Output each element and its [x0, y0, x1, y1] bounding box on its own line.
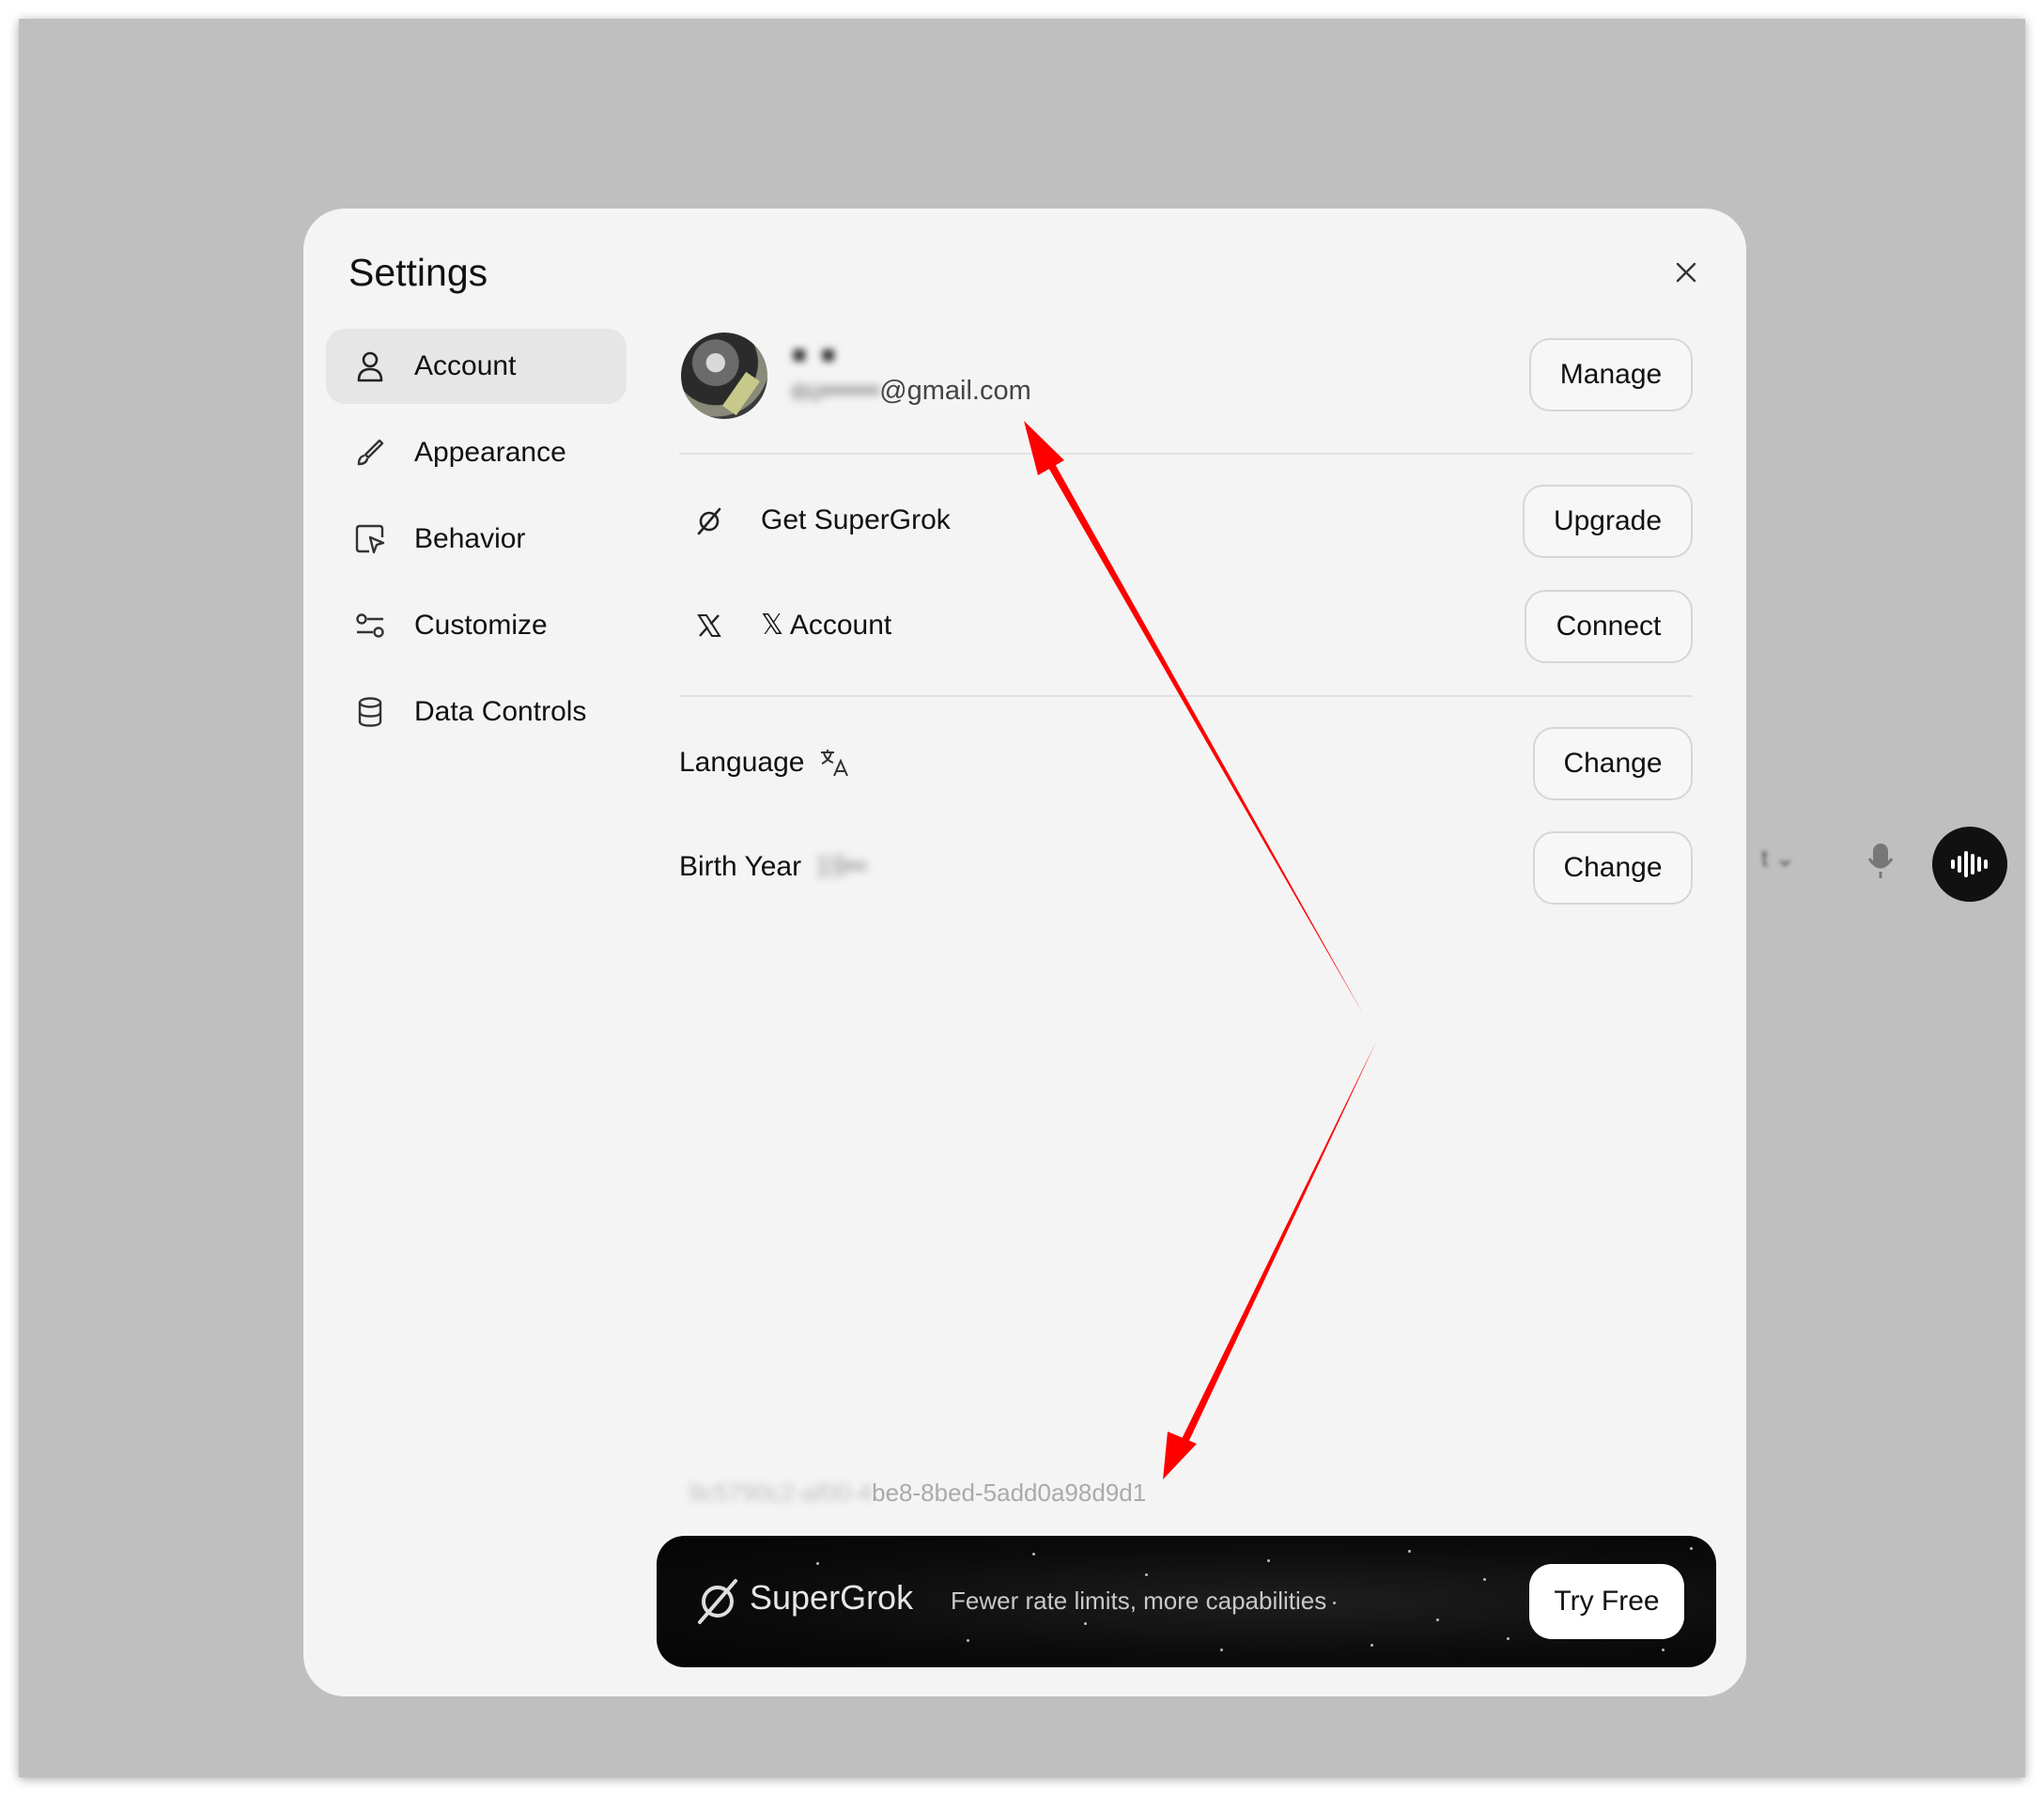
cursor-box-icon	[354, 523, 386, 555]
sidebar-item-label: Customize	[414, 610, 548, 641]
background-voice-icon	[1932, 827, 2007, 902]
brush-icon	[354, 437, 386, 469]
sidebar-item-appearance[interactable]: Appearance	[326, 415, 627, 490]
sidebar-item-label: Behavior	[414, 523, 526, 554]
change-birth-year-button[interactable]: Change	[1533, 831, 1693, 905]
user-id: 9c5790c2-af00-4be8-8bed-5add0a98d9d1	[689, 1479, 1146, 1508]
email-hidden-part: eu••••••	[792, 376, 880, 406]
get-supergrok-label: Get SuperGrok	[761, 504, 951, 535]
close-icon	[1676, 262, 1696, 283]
grok-logo-icon	[690, 503, 728, 540]
birth-year-value: 19••	[815, 851, 867, 882]
connect-button[interactable]: Connect	[1525, 590, 1693, 663]
background-composer-controls: t ⌄	[1752, 808, 2034, 921]
try-free-button[interactable]: Try Free	[1529, 1564, 1684, 1639]
avatar	[681, 333, 767, 419]
modal-title: Settings	[348, 251, 488, 294]
birth-year-label: Birth Year	[679, 851, 802, 882]
sidebar-item-label: Appearance	[414, 437, 566, 468]
settings-sidebar: Account Appearance Behavior Customize Da…	[326, 329, 627, 761]
banner-brand: SuperGrok	[750, 1578, 914, 1617]
supergrok-logo-icon	[698, 1579, 737, 1624]
supergrok-banner[interactable]: SuperGrok Fewer rate limits, more capabi…	[657, 1536, 1716, 1667]
settings-modal: Settings Account Appearance Behavior Cus…	[303, 209, 1746, 1696]
manage-button[interactable]: Manage	[1529, 338, 1693, 411]
change-language-button[interactable]: Change	[1533, 727, 1693, 800]
background-mic-icon	[1867, 844, 1894, 878]
language-label: Language	[679, 747, 805, 778]
profile-email: eu••••••@gmail.com	[792, 376, 1031, 407]
user-icon	[354, 350, 386, 382]
divider	[679, 695, 1694, 697]
sidebar-item-customize[interactable]: Customize	[326, 588, 627, 663]
database-icon	[354, 696, 386, 728]
close-button[interactable]	[1665, 252, 1707, 293]
upgrade-button[interactable]: Upgrade	[1523, 485, 1693, 558]
sidebar-item-behavior[interactable]: Behavior	[326, 502, 627, 577]
sliders-icon	[354, 610, 386, 642]
translate-icon	[815, 744, 853, 782]
email-domain: @gmail.com	[879, 376, 1031, 406]
profile-row: ■ ■ eu••••••@gmail.com Manage	[679, 329, 1694, 419]
sidebar-item-account[interactable]: Account	[326, 329, 627, 404]
user-id-visible: be8-8bed-5add0a98d9d1	[872, 1479, 1147, 1507]
sidebar-item-data-controls[interactable]: Data Controls	[326, 674, 627, 750]
divider	[679, 453, 1694, 455]
x-account-label: 𝕏 Account	[761, 610, 892, 641]
x-logo-icon	[690, 607, 728, 644]
user-id-hidden: 9c5790c2-af00-4	[689, 1479, 873, 1507]
sidebar-item-label: Account	[414, 350, 517, 381]
background-model-selector: t ⌄	[1761, 844, 1796, 872]
profile-name: ■ ■	[792, 340, 840, 368]
banner-tagline: Fewer rate limits, more capabilities	[951, 1587, 1327, 1615]
sidebar-item-label: Data Controls	[414, 696, 587, 727]
